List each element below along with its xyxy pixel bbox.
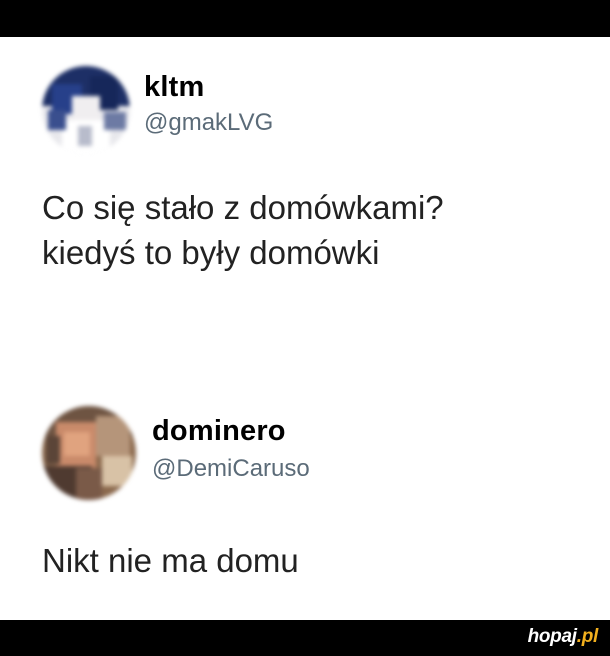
user-handle[interactable]: @DemiCaruso xyxy=(152,455,310,483)
post-text: Nikt nie ma domu xyxy=(42,538,299,583)
watermark-main: hopaj xyxy=(527,626,577,647)
post-text: Co się stało z domówkami? kiedyś to były… xyxy=(42,185,444,275)
site-watermark[interactable]: hopaj.pl xyxy=(527,626,599,648)
display-name[interactable]: dominero xyxy=(152,415,286,448)
watermark-suffix: .pl xyxy=(576,626,599,647)
bottom-black-bar: hopaj.pl xyxy=(0,620,610,656)
avatar-2[interactable] xyxy=(42,406,136,500)
top-black-bar xyxy=(0,0,610,37)
post-text-line: Co się stało z domówkami? xyxy=(42,189,444,226)
user-handle[interactable]: @gmakLVG xyxy=(144,109,273,137)
post-text-line: kiedyś to były domówki xyxy=(42,234,380,271)
blurred-avatar-icon xyxy=(42,66,130,154)
meme-frame: kltm @gmakLVG Co się stało z domówkami? … xyxy=(0,0,610,656)
avatar-1[interactable] xyxy=(42,66,130,154)
post-text-line: Nikt nie ma domu xyxy=(42,542,299,579)
blurred-avatar-icon xyxy=(42,406,136,500)
display-name[interactable]: kltm xyxy=(144,71,204,104)
